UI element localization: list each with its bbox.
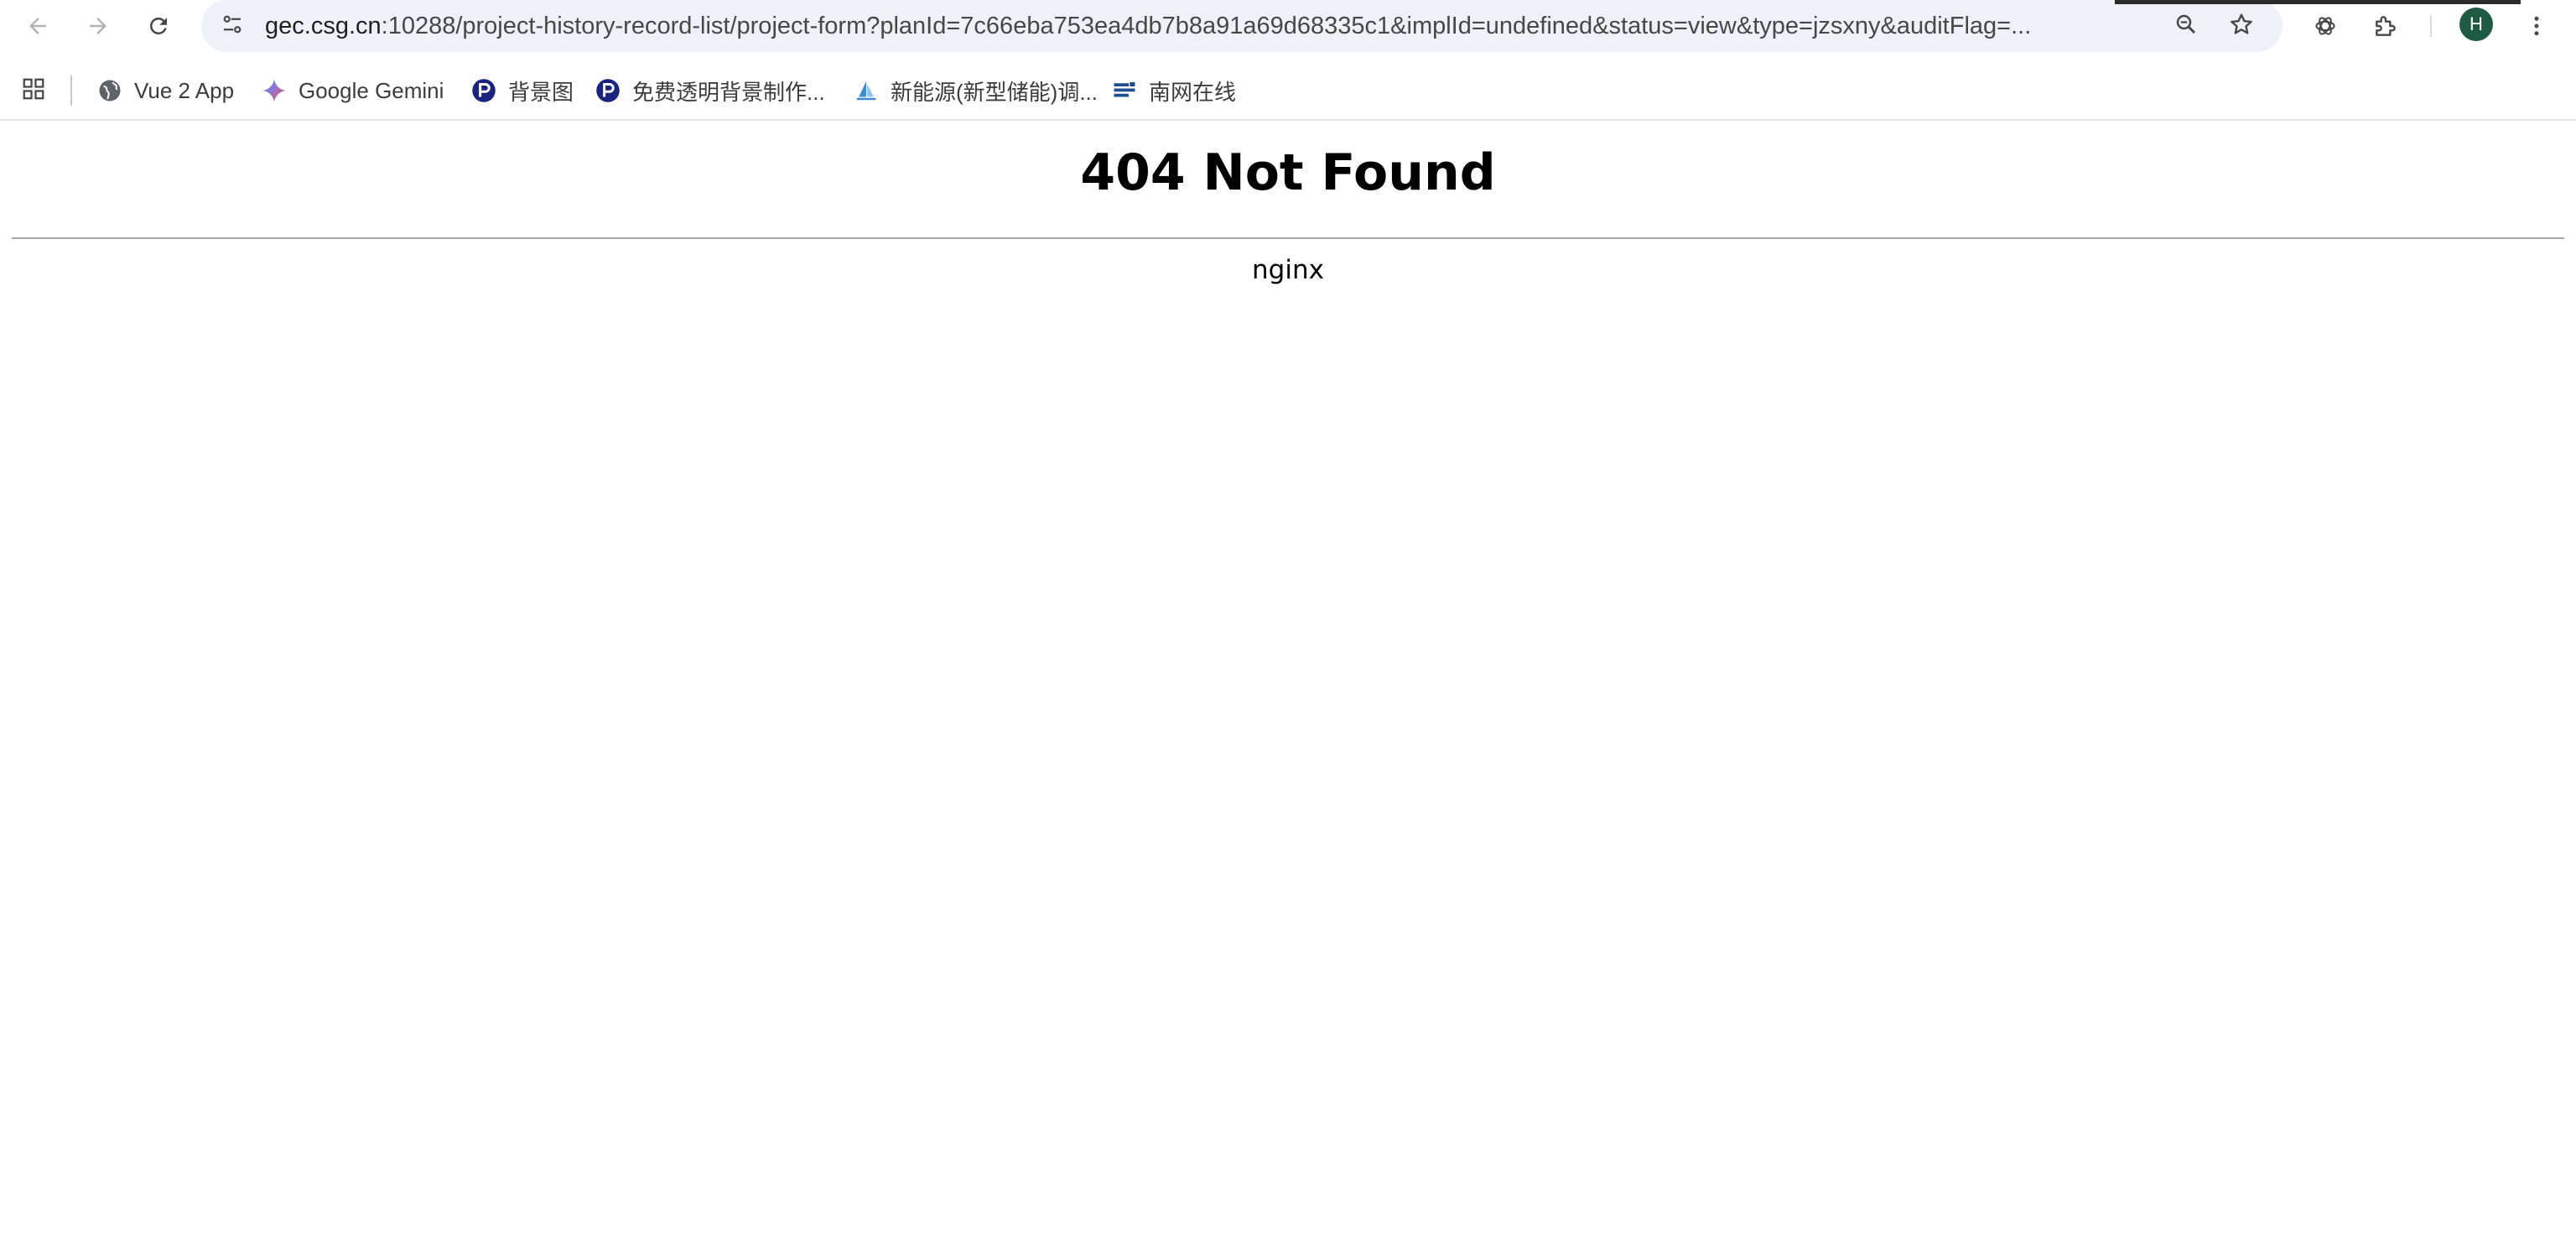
forward-button[interactable] xyxy=(77,5,119,47)
bookmark-transparent-bg-maker[interactable]: 免费透明背景制作... xyxy=(595,72,825,109)
forward-arrow-icon xyxy=(86,13,111,39)
bookmark-label: 南网在线 xyxy=(1149,79,1237,105)
zoom-icon xyxy=(2174,12,2199,41)
browser-menu-button[interactable] xyxy=(2516,5,2558,47)
bookmarks-bar: Vue 2 App Google Gemini 背景图 免费透明背景制作... … xyxy=(0,64,2576,119)
openai-icon xyxy=(2313,13,2338,39)
puzzle-icon xyxy=(2372,13,2399,39)
profile-avatar[interactable]: H xyxy=(2459,8,2493,41)
zoom-button[interactable] xyxy=(2167,7,2205,45)
tune-icon xyxy=(220,12,245,41)
url-path: :10288/project-history-record-list/proje… xyxy=(381,13,2032,39)
gemini-icon xyxy=(262,78,287,103)
kebab-menu-icon xyxy=(2524,13,2549,39)
bookmark-star-button[interactable] xyxy=(2222,7,2261,45)
horizontal-rule xyxy=(12,237,2564,239)
back-arrow-icon xyxy=(25,13,50,39)
bookmark-csg-online[interactable]: 南网在线 xyxy=(1112,72,1236,109)
reload-button[interactable] xyxy=(138,5,179,47)
globe-icon xyxy=(97,78,122,103)
csg-logo-icon xyxy=(1112,78,1137,103)
bookmark-label: 背景图 xyxy=(508,79,574,105)
bookmarks-separator xyxy=(70,75,72,106)
bookmark-label: Google Gemini xyxy=(299,77,444,103)
browser-toolbar: gec.csg.cn:10288/project-history-record-… xyxy=(0,0,2576,52)
error-heading: 404 Not Found xyxy=(1080,143,1496,202)
p-logo-icon xyxy=(471,78,496,103)
apps-button[interactable] xyxy=(17,74,50,107)
p-logo-icon xyxy=(595,78,621,103)
url-text[interactable]: gec.csg.cn:10288/project-history-record-… xyxy=(265,0,2110,52)
bookmark-label: 免费透明背景制作... xyxy=(632,79,825,105)
bookmark-background-image[interactable]: 背景图 xyxy=(471,72,574,109)
site-info-button[interactable] xyxy=(213,7,252,45)
bookmark-label: Vue 2 App xyxy=(134,77,235,103)
bookmark-google-gemini[interactable]: Google Gemini xyxy=(262,72,444,109)
sail-icon xyxy=(854,78,879,103)
url-host: gec.csg.cn xyxy=(265,13,382,39)
apps-grid-icon xyxy=(21,76,46,106)
download-indicator xyxy=(2115,0,2521,4)
toolbar-separator xyxy=(2430,15,2432,37)
extension-openai-button[interactable] xyxy=(2304,5,2346,47)
back-button[interactable] xyxy=(17,5,59,47)
toolbar-bottom-border xyxy=(0,119,2576,121)
server-signature: nginx xyxy=(1252,255,1324,285)
bookmark-vue-2-app[interactable]: Vue 2 App xyxy=(97,72,234,109)
extensions-button[interactable] xyxy=(2365,5,2407,47)
address-bar[interactable]: gec.csg.cn:10288/project-history-record-… xyxy=(201,0,2283,52)
bookmark-label: 新能源(新型储能)调... xyxy=(891,79,1098,105)
bookmark-new-energy-storage[interactable]: 新能源(新型储能)调... xyxy=(854,72,1098,109)
reload-icon xyxy=(146,13,171,39)
star-icon xyxy=(2228,11,2255,42)
